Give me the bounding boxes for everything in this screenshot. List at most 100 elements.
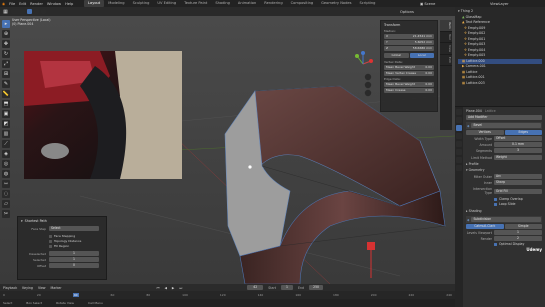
segments-field[interactable]: 3 bbox=[494, 148, 542, 153]
material-icon[interactable] bbox=[456, 165, 462, 171]
edges-button[interactable]: Edges bbox=[504, 130, 542, 135]
edge-select-icon[interactable] bbox=[34, 9, 39, 14]
timeline-menu-playback[interactable]: Playback bbox=[3, 286, 17, 290]
tab-animation[interactable]: Animation bbox=[234, 0, 260, 7]
tab-texture-paint[interactable]: Texture Paint bbox=[180, 0, 211, 7]
start-frame-field[interactable]: 1 bbox=[281, 285, 294, 290]
wrench-icon[interactable] bbox=[456, 125, 462, 131]
loop-cut-icon[interactable]: ▥ bbox=[2, 130, 10, 138]
tab-edit[interactable]: Edit bbox=[440, 55, 452, 66]
render-levels-field[interactable]: 2 bbox=[494, 236, 542, 241]
local-button[interactable]: Local bbox=[409, 53, 434, 58]
shrink-icon[interactable]: ◌ bbox=[2, 190, 10, 198]
miter-outer-dropdown[interactable]: Arc bbox=[494, 174, 542, 179]
physics-icon[interactable] bbox=[456, 141, 462, 147]
edge-crease-field[interactable]: Mean Crease 0.00 bbox=[384, 88, 434, 93]
inset-icon[interactable]: ▣ bbox=[2, 110, 10, 118]
render-props-icon[interactable] bbox=[456, 109, 462, 115]
geometry-section[interactable]: ▾ Geometry bbox=[466, 168, 542, 172]
limit-method-dropdown[interactable]: Weight bbox=[494, 155, 542, 160]
median-z-field[interactable]: Z 58.6686 mm bbox=[384, 46, 434, 51]
bevel-name-field[interactable]: Bevel bbox=[471, 123, 541, 128]
transform-section-title[interactable]: Transform bbox=[381, 21, 437, 29]
view-buttons[interactable] bbox=[364, 73, 372, 97]
menu-edit[interactable]: Edit bbox=[19, 2, 26, 6]
fill-region-checkbox[interactable]: Fill Region bbox=[49, 244, 103, 248]
profile-section[interactable]: ▸ Profile bbox=[466, 162, 542, 166]
view-layer-selector[interactable]: ViewLayer bbox=[490, 1, 509, 6]
select-box-icon[interactable]: ▸ bbox=[2, 20, 10, 28]
tab-layout[interactable]: Layout bbox=[84, 0, 105, 7]
tab-scripting[interactable]: Scripting bbox=[355, 0, 379, 7]
poly-build-icon[interactable]: ◈ bbox=[2, 150, 10, 158]
transform-icon[interactable]: ⊞ bbox=[2, 70, 10, 78]
blender-logo-icon[interactable]: ◉ bbox=[2, 2, 5, 6]
menu-render[interactable]: Render bbox=[30, 2, 43, 6]
measure-icon[interactable]: 📏 bbox=[2, 90, 10, 98]
vertex-select-icon[interactable] bbox=[27, 9, 32, 14]
clamp-overlap-checkbox[interactable]: Clamp Overlap bbox=[466, 197, 542, 201]
scale-icon[interactable]: ⤢ bbox=[2, 60, 10, 68]
menu-window[interactable]: Window bbox=[47, 2, 61, 6]
loop-slide-checkbox[interactable]: Loop Slide bbox=[466, 202, 542, 206]
selected-field[interactable]: 1 bbox=[49, 257, 99, 262]
smooth-icon[interactable]: ◍ bbox=[2, 170, 10, 178]
edge-bevel-field[interactable]: Mean Bevel Weight 0.00 bbox=[384, 82, 434, 87]
menu-help[interactable]: Help bbox=[65, 2, 73, 6]
spin-icon[interactable]: ◎ bbox=[2, 160, 10, 168]
tab-geometry-nodes[interactable]: Geometry Nodes bbox=[317, 0, 355, 7]
catmull-clark-button[interactable]: Catmull-Clark bbox=[466, 224, 504, 229]
deselected-field[interactable]: 1 bbox=[49, 251, 99, 256]
amount-field[interactable]: 0.1 mm bbox=[494, 142, 542, 147]
levels-viewport-field[interactable]: 1 bbox=[494, 230, 542, 235]
data-props-icon[interactable] bbox=[456, 157, 462, 163]
subdivision-name-field[interactable]: Subdivision bbox=[471, 217, 541, 222]
tab-sculpting[interactable]: Sculpting bbox=[129, 0, 154, 7]
options-dropdown[interactable]: Options bbox=[400, 9, 414, 14]
scene-selector[interactable]: ▣ Scene bbox=[420, 1, 435, 6]
intersection-dropdown[interactable]: Grid Fill bbox=[494, 188, 542, 194]
add-modifier-button[interactable]: Add Modifier bbox=[466, 115, 542, 120]
move-icon[interactable]: ✥ bbox=[2, 40, 10, 48]
width-type-dropdown[interactable]: Offset bbox=[494, 136, 542, 141]
median-y-field[interactable]: Y 5.6052 mm bbox=[384, 40, 434, 45]
simple-button[interactable]: Simple bbox=[504, 224, 542, 229]
tab-rendering[interactable]: Rendering bbox=[260, 0, 286, 7]
editor-type-icon[interactable]: ▦ bbox=[2, 9, 9, 15]
bevel-icon[interactable]: ◩ bbox=[2, 120, 10, 128]
play-reverse-icon[interactable]: ◀ bbox=[164, 286, 166, 290]
tab-uv-editing[interactable]: UV Editing bbox=[153, 0, 180, 7]
constraints-icon[interactable] bbox=[456, 149, 462, 155]
play-icon[interactable]: ▶ bbox=[172, 286, 174, 290]
vertex-bevel-field[interactable]: Mean Bevel Weight 0.00 bbox=[384, 65, 434, 70]
particles-icon[interactable] bbox=[456, 133, 462, 139]
global-button[interactable]: Global bbox=[384, 53, 409, 58]
vertex-crease-field[interactable]: Mean Vertex Crease 0.00 bbox=[384, 71, 434, 76]
menu-file[interactable]: File bbox=[9, 2, 15, 6]
tab-compositing[interactable]: Compositing bbox=[287, 0, 318, 7]
knife-icon[interactable]: ⟋ bbox=[2, 140, 10, 148]
tab-modeling[interactable]: Modeling bbox=[104, 0, 128, 7]
edge-slide-icon[interactable]: ⇿ bbox=[2, 180, 10, 188]
end-frame-field[interactable]: 250 bbox=[309, 285, 324, 290]
shading-section[interactable]: ▸ Shading bbox=[466, 209, 542, 213]
tab-item[interactable]: Item bbox=[440, 20, 452, 32]
tab-tool[interactable]: Tool bbox=[440, 32, 452, 43]
vertices-button[interactable]: Vertices bbox=[466, 130, 504, 135]
mode-dropdown[interactable] bbox=[11, 9, 25, 14]
annotate-icon[interactable]: ✎ bbox=[2, 80, 10, 88]
tab-view[interactable]: View bbox=[440, 43, 452, 55]
timeline-menu-keying[interactable]: Keying bbox=[22, 286, 33, 290]
timeline-menu-view[interactable]: View bbox=[38, 286, 46, 290]
extrude-icon[interactable]: ⬒ bbox=[2, 100, 10, 108]
jump-end-icon[interactable]: ⏭ bbox=[179, 286, 182, 290]
offset-field[interactable]: 0 bbox=[49, 263, 99, 268]
outliner-item[interactable]: ▦ Lattice.003 bbox=[458, 81, 542, 87]
median-x-field[interactable]: X 21.4541 mm bbox=[384, 34, 434, 39]
face-select-icon[interactable] bbox=[41, 9, 46, 14]
collapse-arrow-icon[interactable]: ▾ bbox=[21, 219, 23, 223]
optimal-display-checkbox[interactable]: Optimal Display bbox=[466, 242, 542, 246]
face-step-dropdown[interactable]: Select bbox=[49, 226, 99, 231]
topology-distance-checkbox[interactable]: Topology Distance bbox=[49, 239, 103, 243]
jump-start-icon[interactable]: ⏮ bbox=[157, 286, 160, 290]
